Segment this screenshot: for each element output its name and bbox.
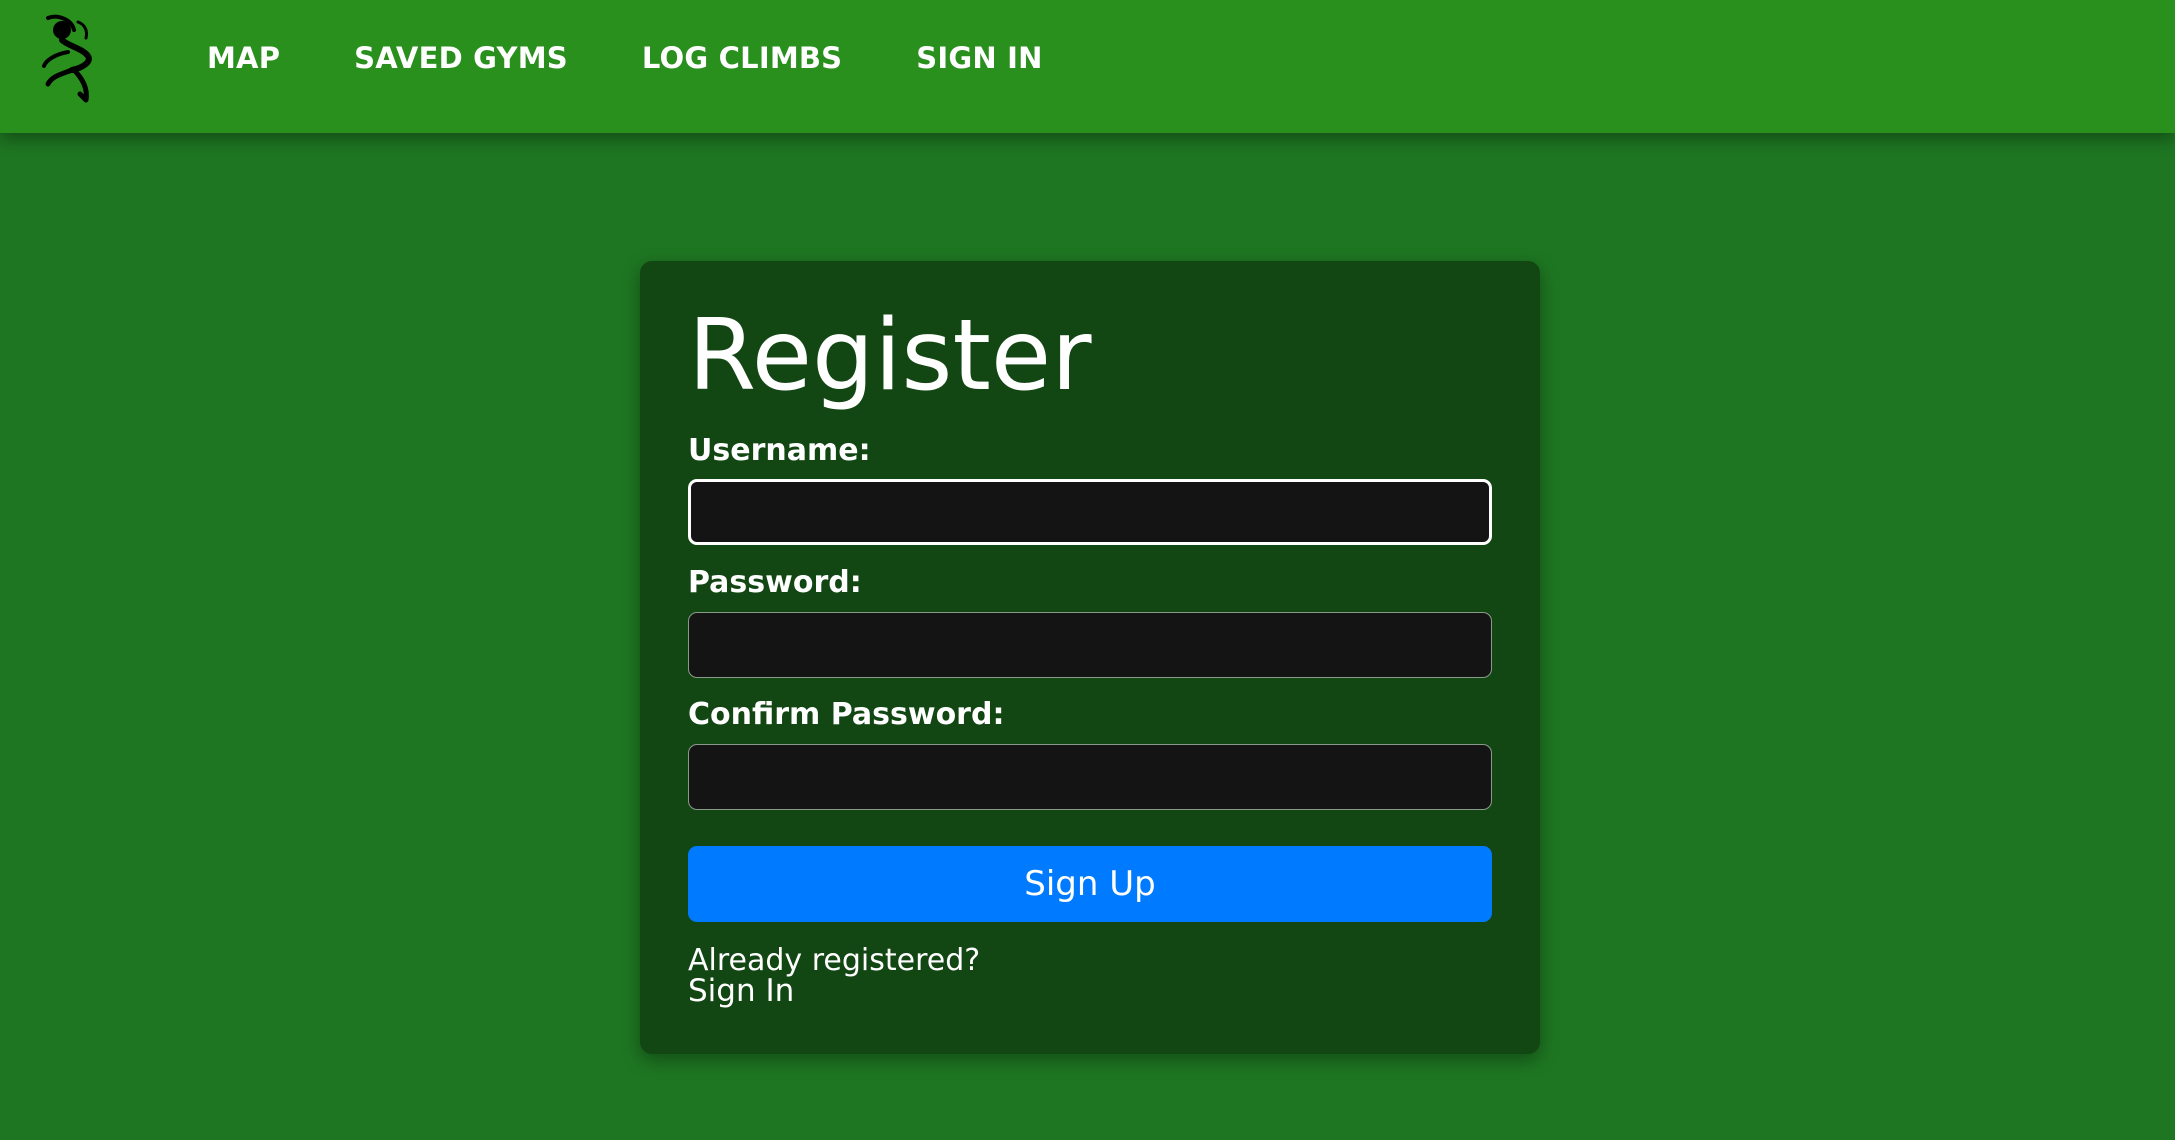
nav-link-saved-gyms[interactable]: SAVED GYMS <box>354 41 568 75</box>
climber-logo-icon[interactable] <box>38 12 104 104</box>
password-input[interactable] <box>688 612 1492 678</box>
password-label: Password: <box>688 565 862 600</box>
nav-link-map[interactable]: MAP <box>207 41 280 75</box>
sign-up-button[interactable]: Sign Up <box>688 846 1492 922</box>
confirm-password-input[interactable] <box>688 744 1492 810</box>
register-card: Register Username: Password: Confirm Pas… <box>640 261 1540 1054</box>
username-input[interactable] <box>688 479 1492 545</box>
top-navbar: MAP SAVED GYMS LOG CLIMBS SIGN IN <box>0 0 2175 133</box>
confirm-password-label: Confirm Password: <box>688 697 1005 732</box>
username-label: Username: <box>688 433 871 468</box>
sign-in-link[interactable]: Sign In <box>688 973 794 1009</box>
nav-links: MAP SAVED GYMS LOG CLIMBS SIGN IN <box>207 0 1117 116</box>
nav-link-sign-in[interactable]: SIGN IN <box>916 41 1042 75</box>
page-title: Register <box>688 299 1092 413</box>
nav-link-log-climbs[interactable]: LOG CLIMBS <box>642 41 842 75</box>
